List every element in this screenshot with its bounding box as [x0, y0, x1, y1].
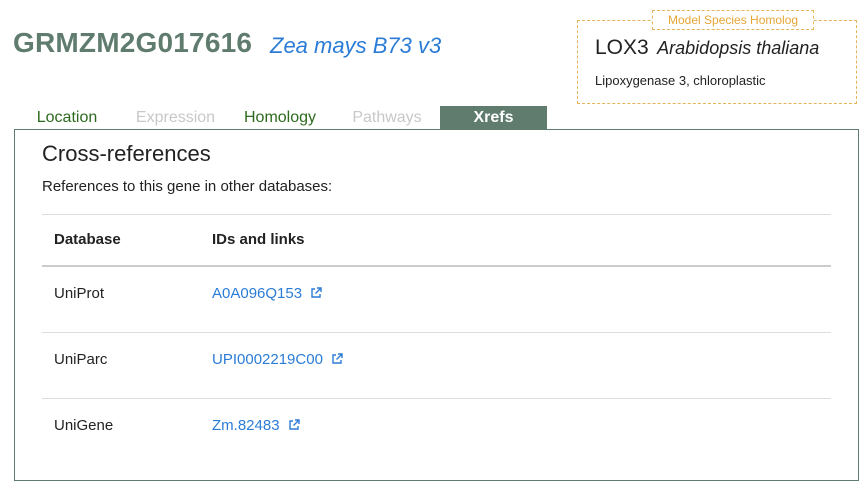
- external-link-icon: [311, 287, 322, 298]
- table-row: UniProt A0A096Q153: [42, 267, 831, 333]
- xref-link-uniprot[interactable]: A0A096Q153: [212, 285, 322, 302]
- tab-location[interactable]: Location: [24, 106, 110, 129]
- homolog-species: Arabidopsis thaliana: [657, 38, 820, 58]
- xref-id[interactable]: A0A096Q153: [212, 285, 302, 302]
- homolog-legend: Model Species Homolog: [652, 10, 815, 30]
- gene-id: GRMZM2G017616: [13, 27, 253, 58]
- homolog-symbol: LOX3: [595, 36, 649, 59]
- tab-xrefs[interactable]: Xrefs: [440, 106, 547, 129]
- homolog-title: LOX3 Arabidopsis thaliana: [595, 36, 819, 60]
- table-header-row: Database IDs and links: [42, 214, 831, 267]
- database-name: UniProt: [54, 285, 105, 302]
- database-name: UniGene: [54, 417, 114, 434]
- external-link-icon: [332, 353, 343, 364]
- tab-pathways[interactable]: Pathways: [344, 106, 430, 129]
- xref-id[interactable]: UPI0002219C00: [212, 351, 323, 368]
- tab-homology[interactable]: Homology: [236, 106, 324, 129]
- xref-link-unigene[interactable]: Zm.82483: [212, 417, 300, 434]
- xrefs-table: Database IDs and links UniProt A0A096Q15…: [42, 214, 831, 464]
- xrefs-panel: Cross-references References to this gene…: [14, 129, 859, 481]
- model-species-homolog-box: Model Species Homolog LOX3 Arabidopsis t…: [577, 10, 857, 104]
- species-link[interactable]: Zea mays B73 v3: [270, 33, 441, 59]
- table-row: UniParc UPI0002219C00: [42, 333, 831, 399]
- external-link-icon: [289, 419, 300, 430]
- panel-subtitle: References to this gene in other databas…: [42, 178, 333, 195]
- column-header-database: Database: [54, 231, 121, 248]
- tab-expression[interactable]: Expression: [128, 106, 223, 129]
- database-name: UniParc: [54, 351, 108, 368]
- panel-title: Cross-references: [42, 141, 211, 166]
- table-row: UniGene Zm.82483: [42, 399, 831, 464]
- column-header-ids: IDs and links: [212, 231, 305, 248]
- xref-link-uniparc[interactable]: UPI0002219C00: [212, 351, 343, 368]
- xref-id[interactable]: Zm.82483: [212, 417, 280, 434]
- homolog-description: Lipoxygenase 3, chloroplastic: [595, 73, 766, 88]
